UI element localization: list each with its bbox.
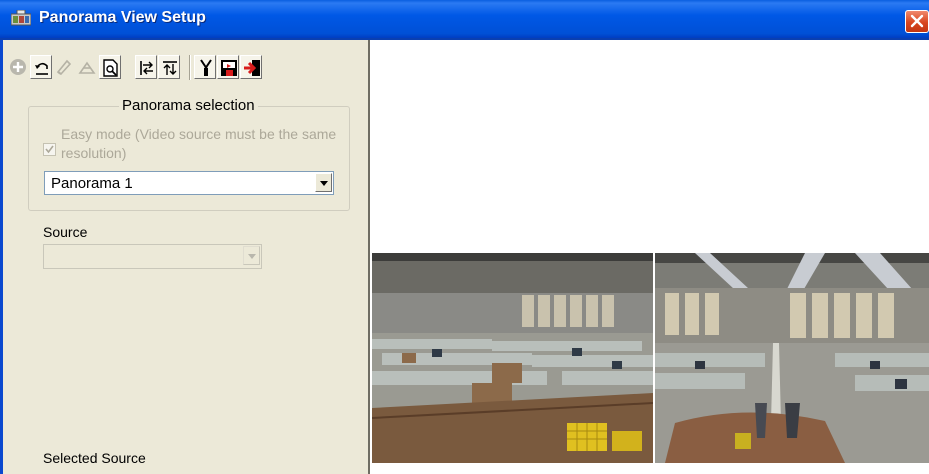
source-label: Source: [43, 224, 88, 240]
panorama-preview: [370, 40, 929, 474]
window-title: Panorama View Setup: [39, 9, 206, 26]
edit-icon: [56, 59, 72, 76]
camera-view-1[interactable]: [372, 253, 653, 463]
add-button[interactable]: [7, 55, 29, 79]
source-dropdown-button[interactable]: [243, 246, 260, 265]
exit-button[interactable]: [240, 55, 262, 79]
align-horizontal-button[interactable]: [135, 55, 157, 79]
chevron-down-icon: [248, 254, 256, 259]
stitch-button[interactable]: [76, 55, 98, 79]
exit-icon: [244, 60, 260, 76]
source-dropdown[interactable]: [43, 244, 262, 269]
panorama-app-icon: [10, 9, 32, 28]
align-vertical-icon: [163, 61, 177, 75]
panorama-dropdown-value: Panorama 1: [51, 175, 133, 192]
selected-source-label: Selected Source: [43, 450, 146, 466]
preview-button[interactable]: [99, 55, 121, 79]
toolbar: [7, 53, 371, 83]
close-button[interactable]: [905, 10, 929, 33]
save-button[interactable]: [217, 55, 239, 79]
toolbar-separator: [189, 55, 191, 80]
undo-icon: [35, 62, 48, 75]
easy-mode-checkbox[interactable]: [43, 143, 56, 156]
camera-view-2[interactable]: [655, 253, 929, 463]
chevron-down-icon: [320, 181, 328, 186]
title-bar[interactable]: Panorama View Setup: [0, 0, 929, 40]
office-camera-image-2: [655, 253, 929, 463]
preview-icon: [103, 59, 118, 77]
office-camera-image-1: [372, 253, 653, 463]
setup-panel: Panorama selection Easy mode (Video sour…: [0, 40, 370, 474]
edit-button[interactable]: [53, 55, 75, 79]
panorama-selection-group: Panorama selection Easy mode (Video sour…: [28, 97, 350, 211]
checkmark-icon: [45, 145, 54, 154]
cut-icon: [200, 59, 212, 76]
panorama-setup-window: Panorama View Setup Panorama selection E…: [0, 0, 929, 474]
undo-button[interactable]: [30, 55, 52, 79]
panorama-dropdown[interactable]: Panorama 1: [44, 171, 334, 195]
align-horizontal-icon: [140, 61, 153, 75]
save-icon: [221, 60, 237, 76]
add-icon: [10, 59, 26, 75]
panorama-selection-legend: Panorama selection: [119, 97, 258, 114]
easy-mode-label: Easy mode (Video source must be the same…: [61, 126, 337, 161]
close-icon: [910, 14, 924, 28]
align-vertical-button[interactable]: [158, 55, 180, 79]
panorama-dropdown-button[interactable]: [315, 173, 332, 192]
cut-button[interactable]: [194, 55, 216, 79]
stitch-icon: [78, 61, 96, 74]
